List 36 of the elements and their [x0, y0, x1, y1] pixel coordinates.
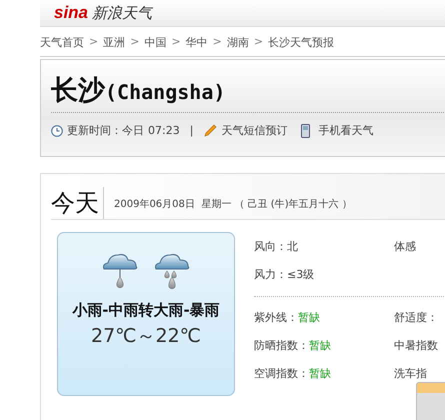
separator: |	[190, 124, 194, 137]
index-label: 中暑指数	[394, 338, 438, 352]
breadcrumb-link[interactable]: 长沙天气预报	[268, 35, 334, 50]
index-item: 空调指数：暂缺	[254, 366, 332, 380]
feels-like-label: 体感	[394, 238, 416, 254]
date-text: 2009年06月08日 星期一 （ 己丑 (牛)年五月十六 ）	[114, 198, 352, 212]
index-item: 防晒指数：暂缺	[254, 338, 332, 352]
index-label: 洗车指	[394, 366, 427, 380]
separator: >	[130, 35, 140, 50]
temperature-range: 27℃～22℃	[90, 324, 202, 349]
city-name: 长沙	[51, 74, 105, 108]
today-heading: 今天	[51, 187, 104, 219]
weather-description: 小雨-中雨转大雨-暴雨	[72, 300, 220, 321]
index-label: 舒适度：	[394, 310, 438, 324]
mobile-weather-link[interactable]: 手机看天气	[318, 123, 374, 138]
separator: >	[171, 35, 181, 50]
separator: >	[89, 35, 98, 50]
clock-icon	[51, 124, 63, 136]
breadcrumb-link[interactable]: 湖南	[226, 35, 249, 50]
pencil-icon	[203, 124, 218, 138]
wind-info: 风力：≤3级	[254, 266, 316, 282]
breadcrumb-link[interactable]: 华中	[186, 35, 208, 50]
update-time: 07:23	[148, 124, 180, 137]
update-label: 更新时间：今日	[67, 123, 144, 138]
separator: >	[212, 35, 222, 50]
phone-icon	[301, 124, 310, 138]
sms-subscribe-link[interactable]: 天气短信预订	[221, 123, 288, 138]
breadcrumb-link[interactable]: 中国	[144, 35, 166, 50]
breadcrumb-link[interactable]: 天气首页	[40, 35, 84, 50]
brand-logo[interactable]: sina	[54, 3, 88, 23]
wind-info: 风向：北	[254, 238, 299, 254]
separator: >	[254, 35, 264, 50]
breadcrumb-link[interactable]: 亚洲	[103, 35, 126, 50]
index-item: 紫外线：暂缺	[254, 310, 321, 324]
city-latin-name: (Changsha)	[105, 80, 226, 104]
site-title: 新浪天气	[92, 4, 152, 22]
